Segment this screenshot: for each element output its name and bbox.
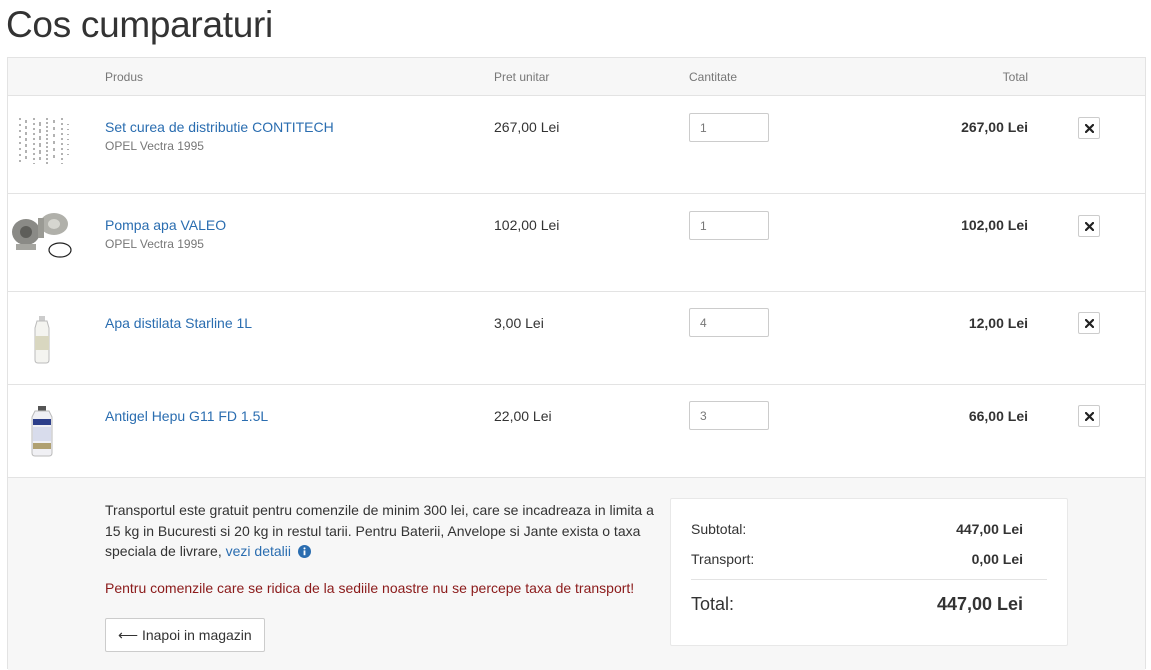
product-name-link[interactable]: Antigel Hepu G11 FD 1.5L — [105, 408, 268, 424]
product-vehicle: OPEL Vectra 1995 — [105, 237, 204, 251]
close-x-icon — [1084, 123, 1094, 133]
cart-row: Pompa apa VALEO OPEL Vectra 1995 102,00 … — [8, 194, 1145, 292]
header-unit-price: Pret unitar — [494, 70, 550, 84]
product-name-link[interactable]: Pompa apa VALEO — [105, 217, 226, 233]
cart-row: Antigel Hepu G11 FD 1.5L 22,00 Lei 66,00… — [8, 385, 1145, 478]
remove-item-button[interactable] — [1078, 215, 1100, 237]
transport-value: 0,00 Lei — [971, 551, 1023, 567]
cart-row: Apa distilata Starline 1L 3,00 Lei 12,00… — [8, 292, 1145, 385]
cart-table: Produs Pret unitar Cantitate Total Set c… — [7, 57, 1146, 670]
shipping-note: Transportul este gratuit pentru comenzil… — [105, 500, 665, 562]
order-summary: Subtotal: 447,00 Lei Transport: 0,00 Lei… — [670, 498, 1068, 646]
shipping-details-link[interactable]: vezi detalii — [226, 543, 291, 559]
line-total: 66,00 Lei — [968, 408, 1028, 424]
back-to-shop-button[interactable]: ⟵ Inapoi in magazin — [105, 618, 265, 652]
quantity-input[interactable] — [689, 211, 769, 240]
cart-table-header: Produs Pret unitar Cantitate Total — [8, 58, 1145, 96]
quantity-input[interactable] — [689, 401, 769, 430]
unit-price: 102,00 Lei — [494, 217, 560, 233]
total-value: 447,00 Lei — [936, 594, 1023, 614]
page-title: Cos cumparaturi — [6, 4, 273, 45]
pickup-note: Pentru comenzile care se ridica de la se… — [105, 580, 635, 596]
cart-footer: Transportul este gratuit pentru comenzil… — [8, 478, 1145, 670]
remove-item-button[interactable] — [1078, 117, 1100, 139]
cart-row: Set curea de distributie CONTITECH OPEL … — [8, 96, 1145, 194]
line-total: 12,00 Lei — [968, 315, 1028, 331]
product-image-distilled-water-bottle[interactable] — [10, 310, 76, 366]
subtotal-value: 447,00 Lei — [956, 521, 1023, 537]
unit-price: 267,00 Lei — [494, 119, 560, 135]
line-total: 102,00 Lei — [961, 217, 1028, 233]
summary-divider — [691, 579, 1047, 580]
close-x-icon — [1084, 318, 1094, 328]
total-label: Total: — [691, 594, 735, 614]
product-name-link[interactable]: Apa distilata Starline 1L — [105, 315, 252, 331]
quantity-input[interactable] — [689, 308, 769, 337]
remove-item-button[interactable] — [1078, 405, 1100, 427]
subtotal-label: Subtotal: — [691, 521, 747, 537]
product-image-timing-belt-kit[interactable] — [10, 112, 76, 168]
quantity-input[interactable] — [689, 113, 769, 142]
header-total: Total — [1002, 70, 1028, 84]
unit-price: 22,00 Lei — [494, 408, 552, 424]
product-image-water-pump[interactable] — [10, 210, 76, 266]
info-icon[interactable] — [297, 545, 311, 558]
line-total: 267,00 Lei — [961, 119, 1028, 135]
header-quantity: Cantitate — [689, 70, 738, 84]
remove-item-button[interactable] — [1078, 312, 1100, 334]
close-x-icon — [1084, 411, 1094, 421]
close-x-icon — [1084, 221, 1094, 231]
product-vehicle: OPEL Vectra 1995 — [105, 139, 204, 153]
shipping-note-text: Transportul este gratuit pentru comenzil… — [105, 502, 654, 559]
product-name-link[interactable]: Set curea de distributie CONTITECH — [105, 119, 334, 135]
transport-label: Transport: — [691, 551, 755, 567]
header-product: Produs — [105, 70, 144, 84]
unit-price: 3,00 Lei — [494, 315, 544, 331]
product-image-antifreeze-bottle[interactable] — [10, 403, 76, 459]
